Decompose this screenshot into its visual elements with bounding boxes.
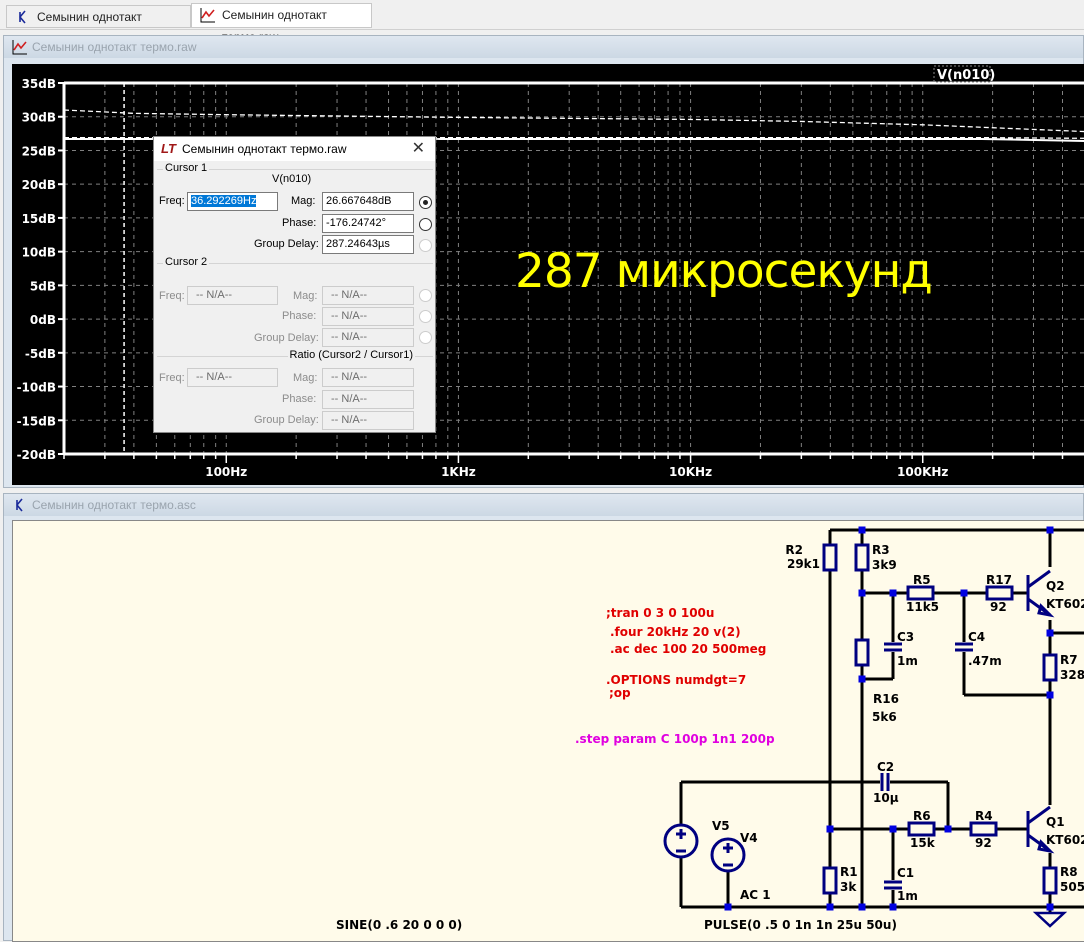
cursor2-phase-field[interactable]: -- N/A-- <box>322 307 414 326</box>
phase-label: Phase: <box>282 310 317 322</box>
annotation-text: 287 микросекунд <box>515 244 933 299</box>
phase-label: Phase: <box>282 217 317 229</box>
ratio-freq-field[interactable]: -- N/A-- <box>187 368 278 387</box>
schematic-icon <box>18 10 26 24</box>
cursor2-group-delay-radio[interactable] <box>419 331 432 344</box>
tab-waveform[interactable]: Семынин однотакт термо.raw <box>191 3 372 44</box>
ratio-mag-field[interactable]: -- N/A-- <box>322 368 414 387</box>
close-icon[interactable]: ✕ <box>412 137 425 161</box>
dialog-title: Семынин однотакт термо.raw <box>182 142 347 156</box>
cursor1-mag-field[interactable]: 26.667648dB <box>322 192 414 211</box>
waveform-window-titlebar[interactable]: Семынин однотакт термо.raw <box>4 36 1083 58</box>
cursor2-freq-input[interactable]: -- N/A-- <box>187 286 278 305</box>
cursor1-phase-radio[interactable] <box>419 218 432 231</box>
schematic-canvas[interactable] <box>12 520 1084 942</box>
document-tab-bar: Семынин однотакт термо.asc Семынин однот… <box>0 0 1084 46</box>
group-delay-label: Group Delay: <box>254 332 319 344</box>
mag-label: Mag: <box>293 290 318 302</box>
mag-label: Mag: <box>293 372 318 384</box>
y-tick-label: 0dB <box>30 313 56 327</box>
cursor2-heading: Cursor 2 <box>163 256 210 268</box>
schematic-window: Семынин однотакт термо.asc <box>3 493 1084 942</box>
cursor-dialog: LT Семынин однотакт термо.raw ✕ Cursor 1… <box>153 136 436 433</box>
freq-label: Freq: <box>159 195 185 207</box>
dialog-titlebar[interactable]: LT Семынин однотакт термо.raw ✕ <box>154 137 435 161</box>
trace-1 <box>63 109 1084 133</box>
y-tick-label: 30dB <box>22 111 56 125</box>
cursor1-heading: Cursor 1 <box>163 162 210 174</box>
cursor2-group-delay-field[interactable]: -- N/A-- <box>322 328 414 347</box>
schematic-icon <box>15 498 23 512</box>
cursor2-mag-radio[interactable] <box>419 289 432 302</box>
y-tick-label: 25dB <box>22 144 56 158</box>
x-tick-label: 1KHz <box>441 465 476 479</box>
tab-schematic[interactable]: Семынин однотакт термо.asc <box>6 5 191 46</box>
x-tick-label: 100Hz <box>205 465 247 479</box>
phase-label: Phase: <box>282 393 317 405</box>
cursor1-group-delay-radio[interactable] <box>419 239 432 252</box>
cursor1-freq-input[interactable]: 36.292269Hz <box>187 192 278 211</box>
y-tick-label: -10dB <box>17 381 56 395</box>
ltspice-logo-icon: LT <box>161 141 176 156</box>
cursor1-trace: V(n010) <box>272 173 312 185</box>
y-tick-label: 35dB <box>22 77 56 91</box>
y-tick-label: -5dB <box>25 347 56 361</box>
waveform-icon <box>200 8 215 23</box>
y-tick-label: 10dB <box>22 246 56 260</box>
y-tick-label: 15dB <box>22 212 56 226</box>
mag-label: Mag: <box>291 195 316 207</box>
window-title: Семынин однотакт термо.raw <box>32 40 197 54</box>
trace-label[interactable]: V(n010) <box>937 68 995 83</box>
cursor1-group-delay-field[interactable]: 287.24643µs <box>322 235 414 254</box>
freq-label: Freq: <box>159 290 185 302</box>
cursor1-mag-radio[interactable] <box>419 196 432 209</box>
x-tick-label: 100KHz <box>897 465 948 479</box>
ratio-group-delay-field[interactable]: -- N/A-- <box>322 411 414 430</box>
cursor2-mag-field[interactable]: -- N/A-- <box>322 286 414 305</box>
cursor1-phase-field[interactable]: -176.24742° <box>322 214 414 233</box>
schematic-window-titlebar[interactable]: Семынин однотакт термо.asc <box>4 494 1083 516</box>
x-tick-label: 10KHz <box>669 465 712 479</box>
waveform-icon <box>12 40 27 55</box>
window-title: Семынин однотакт термо.asc <box>32 498 196 512</box>
y-tick-label: 20dB <box>22 178 56 192</box>
y-tick-label: 5dB <box>30 279 56 293</box>
y-tick-label: -15dB <box>17 414 56 428</box>
group-delay-label: Group Delay: <box>254 414 319 426</box>
ratio-phase-field[interactable]: -- N/A-- <box>322 390 414 409</box>
group-delay-label: Group Delay: <box>254 238 319 250</box>
y-tick-label: -20dB <box>17 448 56 462</box>
cursor2-phase-radio[interactable] <box>419 310 432 323</box>
freq-label: Freq: <box>159 372 185 384</box>
ratio-heading: Ratio (Cursor2 / Cursor1) <box>287 349 415 361</box>
